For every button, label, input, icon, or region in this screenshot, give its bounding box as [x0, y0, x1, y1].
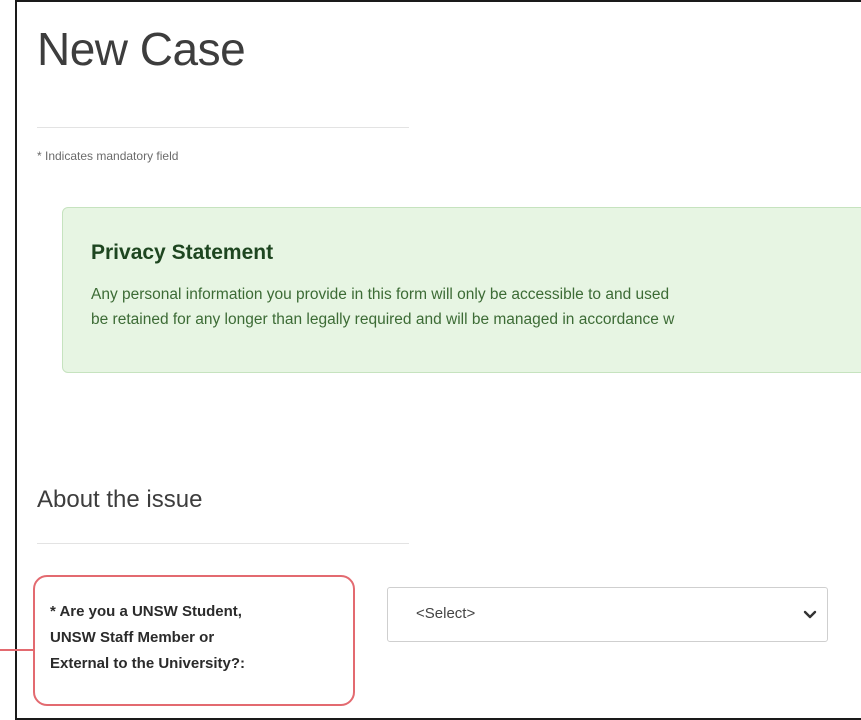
privacy-text-line-2: be retained for any longer than legally …	[91, 311, 675, 328]
privacy-text-line-1: Any personal information you provide in …	[91, 286, 670, 303]
user-type-label: * Are you a UNSW Student, UNSW Staff Mem…	[50, 599, 245, 677]
user-type-label-line-1: * Are you a UNSW Student,	[50, 603, 242, 620]
user-type-label-line-2: UNSW Staff Member or	[50, 629, 215, 646]
select-value: <Select>	[416, 605, 476, 622]
privacy-text: Any personal information you provide in …	[91, 282, 861, 332]
section-divider	[37, 543, 409, 544]
user-type-label-line-3: External to the University?:	[50, 655, 246, 672]
callout-line	[0, 649, 34, 651]
mandatory-field-note: * Indicates mandatory field	[37, 149, 179, 163]
title-divider	[37, 127, 409, 128]
privacy-heading: Privacy Statement	[91, 241, 274, 264]
privacy-statement-box: Privacy Statement Any personal informati…	[62, 207, 861, 373]
page-title: New Case	[37, 23, 246, 75]
chevron-down-icon	[803, 610, 817, 619]
section-title: About the issue	[37, 486, 203, 513]
user-type-select[interactable]: <Select>	[387, 587, 828, 642]
